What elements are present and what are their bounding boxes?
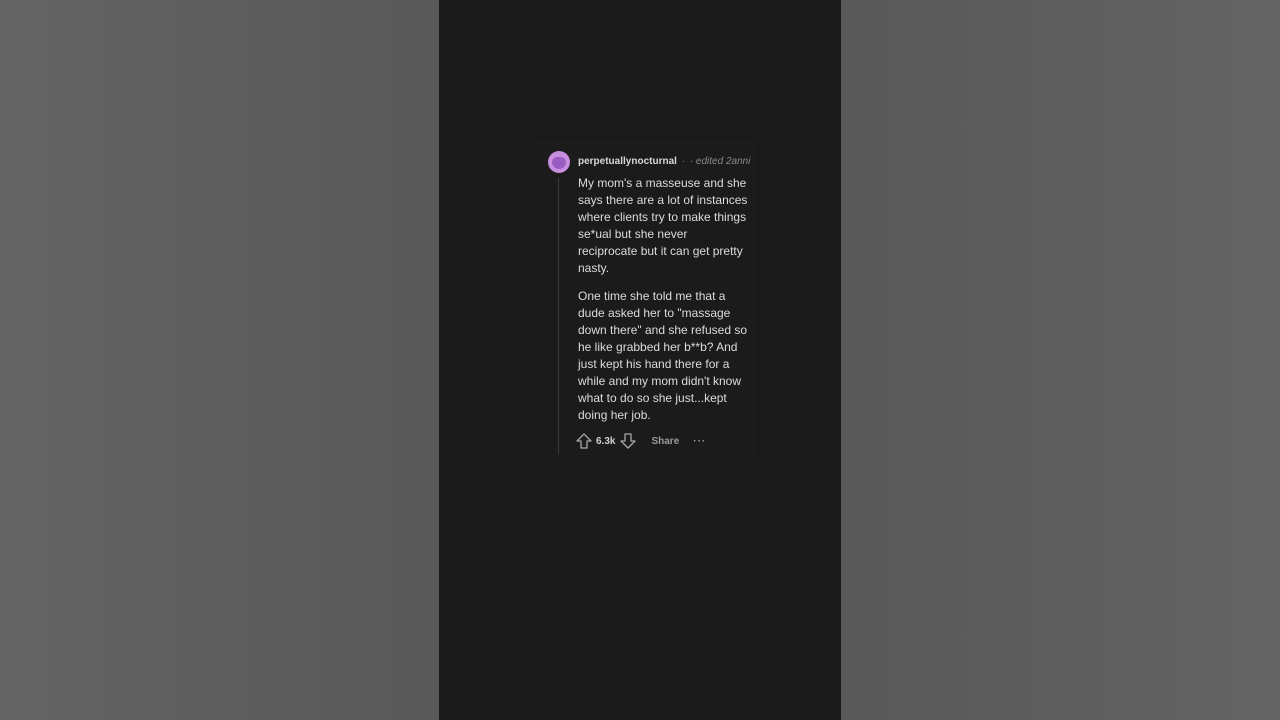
comment-meta: perpetuallynocturnal · · edited 2anni — [578, 156, 750, 167]
comment-paragraph: My mom's a masseuse and she says there a… — [578, 176, 748, 275]
share-button[interactable]: Share — [651, 436, 679, 447]
edited-label: · edited 2anni — [689, 156, 751, 167]
more-options-icon[interactable]: ··· — [693, 436, 706, 447]
vote-score: 6.3k — [596, 435, 616, 447]
meta-separator: · — [681, 156, 686, 167]
left-blur-panel — [0, 0, 439, 720]
avatar-figure — [552, 157, 566, 169]
username[interactable]: perpetuallynocturnal — [578, 156, 677, 167]
comment-card: perpetuallynocturnal · · edited 2anni My… — [539, 142, 753, 454]
comment-body: My mom's a masseuse and she says there a… — [578, 175, 750, 435]
video-frame: perpetuallynocturnal · · edited 2anni My… — [439, 0, 841, 720]
upvote-arrow-icon[interactable] — [575, 432, 593, 450]
thread-line[interactable] — [558, 178, 559, 454]
downvote-arrow-icon[interactable] — [619, 432, 637, 450]
snoo-avatar-icon[interactable] — [548, 151, 570, 173]
right-blur-panel — [841, 0, 1280, 720]
comment-actions: 6.3k Share ··· — [575, 431, 706, 451]
comment-paragraph: One time she told me that a dude asked h… — [578, 289, 748, 422]
